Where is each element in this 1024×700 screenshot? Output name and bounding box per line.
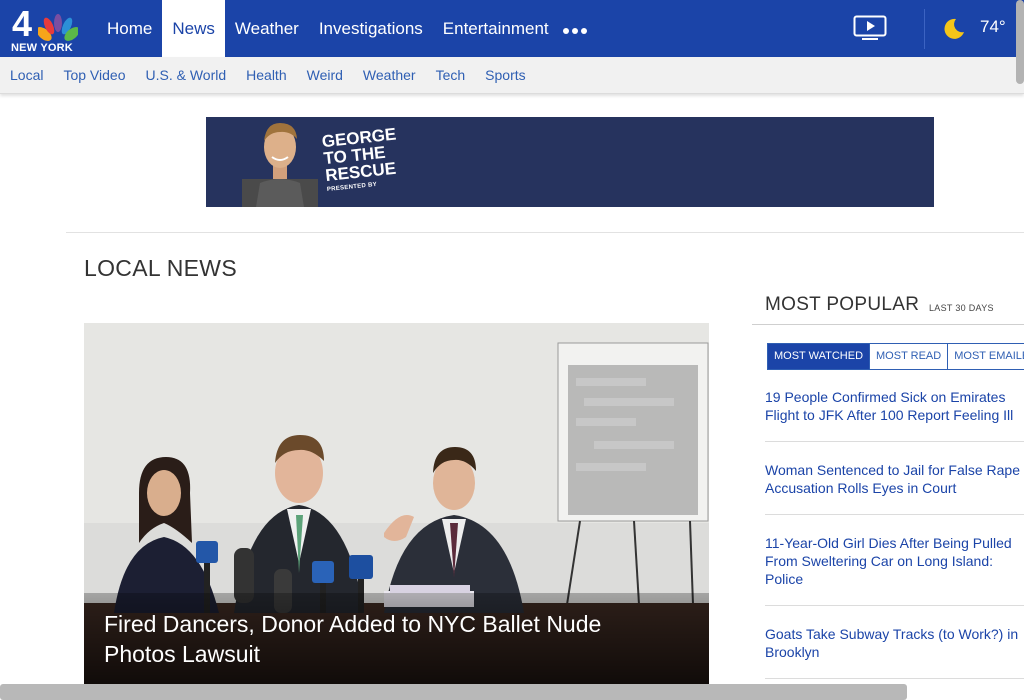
most-popular-tabs: MOST WATCHED MOST READ MOST EMAILED <box>767 343 1024 370</box>
tab-most-watched[interactable]: MOST WATCHED <box>767 343 871 370</box>
popular-item-4[interactable]: Goats Take Subway Tracks (to Work?) in B… <box>765 625 1024 661</box>
tab-most-read[interactable]: MOST READ <box>869 343 949 370</box>
nav-home[interactable]: Home <box>97 0 162 57</box>
section-title: LOCAL NEWS <box>84 255 237 281</box>
subnav-weird[interactable]: Weird <box>297 57 353 94</box>
popular-item-3-line-1: 11-Year-Old Girl Dies After Being Pulled <box>765 535 1012 551</box>
popular-item-3-line-3: Police <box>765 571 804 587</box>
hero-story[interactable]: Fired Dancers, Donor Added to NYC Ballet… <box>84 323 709 688</box>
ad-brand: George to the Rescue presented by <box>321 125 407 194</box>
subnav-sports[interactable]: Sports <box>475 57 535 94</box>
popular-separator <box>765 441 1024 442</box>
dot <box>572 28 578 34</box>
temperature[interactable]: 74° <box>980 17 1006 37</box>
ad-person-image <box>242 123 318 207</box>
popular-item-4-line-1: Goats Take Subway Tracks (to Work?) in <box>765 626 1019 642</box>
popular-separator <box>765 678 1024 679</box>
section-divider <box>66 232 1024 233</box>
popular-separator <box>765 514 1024 515</box>
popular-separator <box>765 605 1024 606</box>
popular-item-3[interactable]: 11-Year-Old Girl Dies After Being Pulled… <box>765 534 1024 588</box>
subnav-top-video[interactable]: Top Video <box>53 57 135 94</box>
sub-nav: Local Top Video U.S. & World Health Weir… <box>0 57 536 94</box>
nav-divider <box>924 9 925 49</box>
horizontal-scrollbar-thumb[interactable] <box>0 684 907 700</box>
nav-news[interactable]: News <box>162 0 225 57</box>
dot <box>563 28 569 34</box>
top-nav-bar: 4 NEW YORK Home News Weather Investigati… <box>0 0 1024 57</box>
popular-item-3-line-2: From Sweltering Car on Long Island: <box>765 553 993 569</box>
subnav-local[interactable]: Local <box>0 57 53 94</box>
subnav-us-world[interactable]: U.S. & World <box>135 57 236 94</box>
most-popular-range: LAST 30 DAYS <box>929 303 994 313</box>
vertical-scrollbar-thumb[interactable] <box>1016 0 1024 84</box>
nav-entertainment[interactable]: Entertainment <box>433 0 559 57</box>
ad-banner[interactable]: George to the Rescue presented by <box>206 117 934 207</box>
tab-most-emailed[interactable]: MOST EMAILED <box>947 343 1024 370</box>
popular-item-2-line-2: Accusation Rolls Eyes in Court <box>765 480 957 496</box>
popular-item-2-line-1: Woman Sentenced to Jail for False Rape <box>765 462 1020 478</box>
popular-item-1-line-2: Flight to JFK After 100 Report Feeling I… <box>765 407 1014 423</box>
popular-item-4-line-2: Brooklyn <box>765 644 820 660</box>
popular-item-2[interactable]: Woman Sentenced to Jail for False Rape A… <box>765 461 1024 497</box>
more-dots-icon[interactable] <box>563 28 587 34</box>
logo-city: NEW YORK <box>11 42 73 54</box>
video-icon[interactable] <box>853 15 887 41</box>
popular-item-1-line-1: 19 People Confirmed Sick on Emirates <box>765 389 1006 405</box>
subnav-health[interactable]: Health <box>236 57 296 94</box>
nbc-peacock-icon <box>38 14 78 41</box>
hero-headline[interactable]: Fired Dancers, Donor Added to NYC Ballet… <box>104 609 664 669</box>
most-popular-title: MOST POPULAR <box>765 294 920 315</box>
dot <box>581 28 587 34</box>
moon-icon <box>944 18 964 39</box>
sub-nav-bar: Local Top Video U.S. & World Health Weir… <box>0 57 1024 94</box>
main-nav: Home News Weather Investigations Enterta… <box>97 0 559 57</box>
most-popular-divider <box>752 324 1024 325</box>
site-logo[interactable]: 4 NEW YORK <box>8 3 82 54</box>
nav-weather[interactable]: Weather <box>225 0 309 57</box>
popular-item-1[interactable]: 19 People Confirmed Sick on Emirates Fli… <box>765 388 1024 424</box>
subnav-weather[interactable]: Weather <box>353 57 426 94</box>
subnav-tech[interactable]: Tech <box>426 57 476 94</box>
logo-number: 4 <box>12 3 33 44</box>
nav-investigations[interactable]: Investigations <box>309 0 433 57</box>
